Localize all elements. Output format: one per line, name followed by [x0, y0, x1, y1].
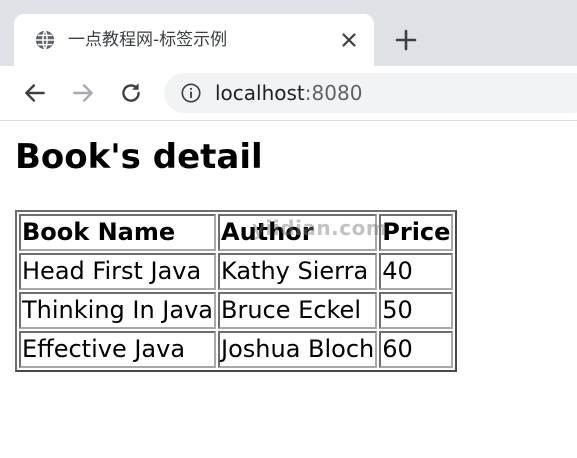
cell-author: Joshua Bloch: [218, 331, 378, 368]
column-header-book-name: Book Name: [19, 214, 217, 251]
cell-author: Bruce Eckel: [218, 292, 378, 329]
page-title: Book's detail: [15, 137, 263, 177]
cell-price: 50: [379, 292, 454, 329]
tab-strip: 一点教程网-标签示例: [0, 0, 577, 66]
cell-price: 60: [379, 331, 454, 368]
page-content: Book's detail Book Name Author Price Hea…: [0, 121, 577, 458]
cell-book-name: Thinking In Java: [19, 292, 217, 329]
arrow-left-icon[interactable]: [22, 80, 48, 106]
url-host: localhost: [215, 81, 305, 105]
arrow-right-icon[interactable]: [70, 80, 96, 106]
table-row: Head First Java Kathy Sierra 40: [19, 253, 454, 290]
close-icon[interactable]: [338, 29, 360, 51]
cell-book-name: Effective Java: [19, 331, 217, 368]
cell-price: 40: [379, 253, 454, 290]
plus-icon[interactable]: [394, 28, 418, 52]
url-text: localhost:8080: [215, 81, 362, 105]
browser-tab[interactable]: 一点教程网-标签示例: [14, 14, 374, 66]
url-port: :8080: [304, 81, 363, 105]
table-row: Effective Java Joshua Bloch 60: [19, 331, 454, 368]
table-header-row: Book Name Author Price: [19, 214, 454, 251]
browser-toolbar: localhost:8080: [0, 66, 577, 121]
watermark: yiidian.com: [252, 216, 388, 240]
table-row: Thinking In Java Bruce Eckel 50: [19, 292, 454, 329]
cell-author: Kathy Sierra: [218, 253, 378, 290]
tab-title: 一点教程网-标签示例: [68, 30, 228, 50]
book-table: Book Name Author Price Head First Java K…: [15, 210, 458, 372]
reload-icon[interactable]: [118, 80, 144, 106]
cell-book-name: Head First Java: [19, 253, 217, 290]
address-bar[interactable]: localhost:8080: [164, 73, 577, 113]
info-icon[interactable]: [180, 82, 202, 104]
globe-icon: [35, 30, 55, 50]
column-header-price: Price: [379, 214, 454, 251]
